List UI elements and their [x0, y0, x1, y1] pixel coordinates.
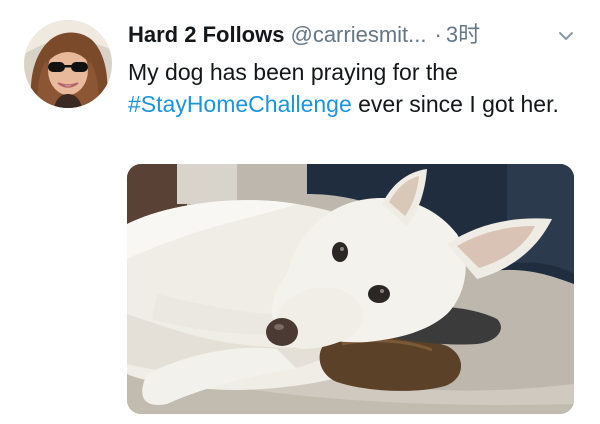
hashtag-link[interactable]: #StayHomeChallenge	[128, 91, 352, 117]
user-handle[interactable]: @carriesmit...	[290, 18, 426, 52]
display-name[interactable]: Hard 2 Follows	[128, 18, 284, 52]
avatar-image	[24, 20, 112, 108]
tweet-header: Hard 2 Follows @carriesmit... · 3时	[128, 18, 480, 52]
tweet-text-after: ever since I got her.	[351, 91, 559, 117]
tweet-text: My dog has been praying for the #StayHom…	[128, 56, 588, 120]
tweet-media[interactable]	[127, 164, 574, 414]
tweet: Hard 2 Follows @carriesmit... · 3时 My do…	[0, 0, 600, 424]
timestamp[interactable]: 3时	[446, 18, 480, 52]
separator-dot: ·	[434, 22, 442, 47]
dog-photo	[127, 164, 574, 414]
avatar[interactable]	[24, 20, 112, 108]
tweet-text-before: My dog has been praying for the	[128, 59, 458, 85]
chevron-down-icon[interactable]	[556, 26, 576, 46]
